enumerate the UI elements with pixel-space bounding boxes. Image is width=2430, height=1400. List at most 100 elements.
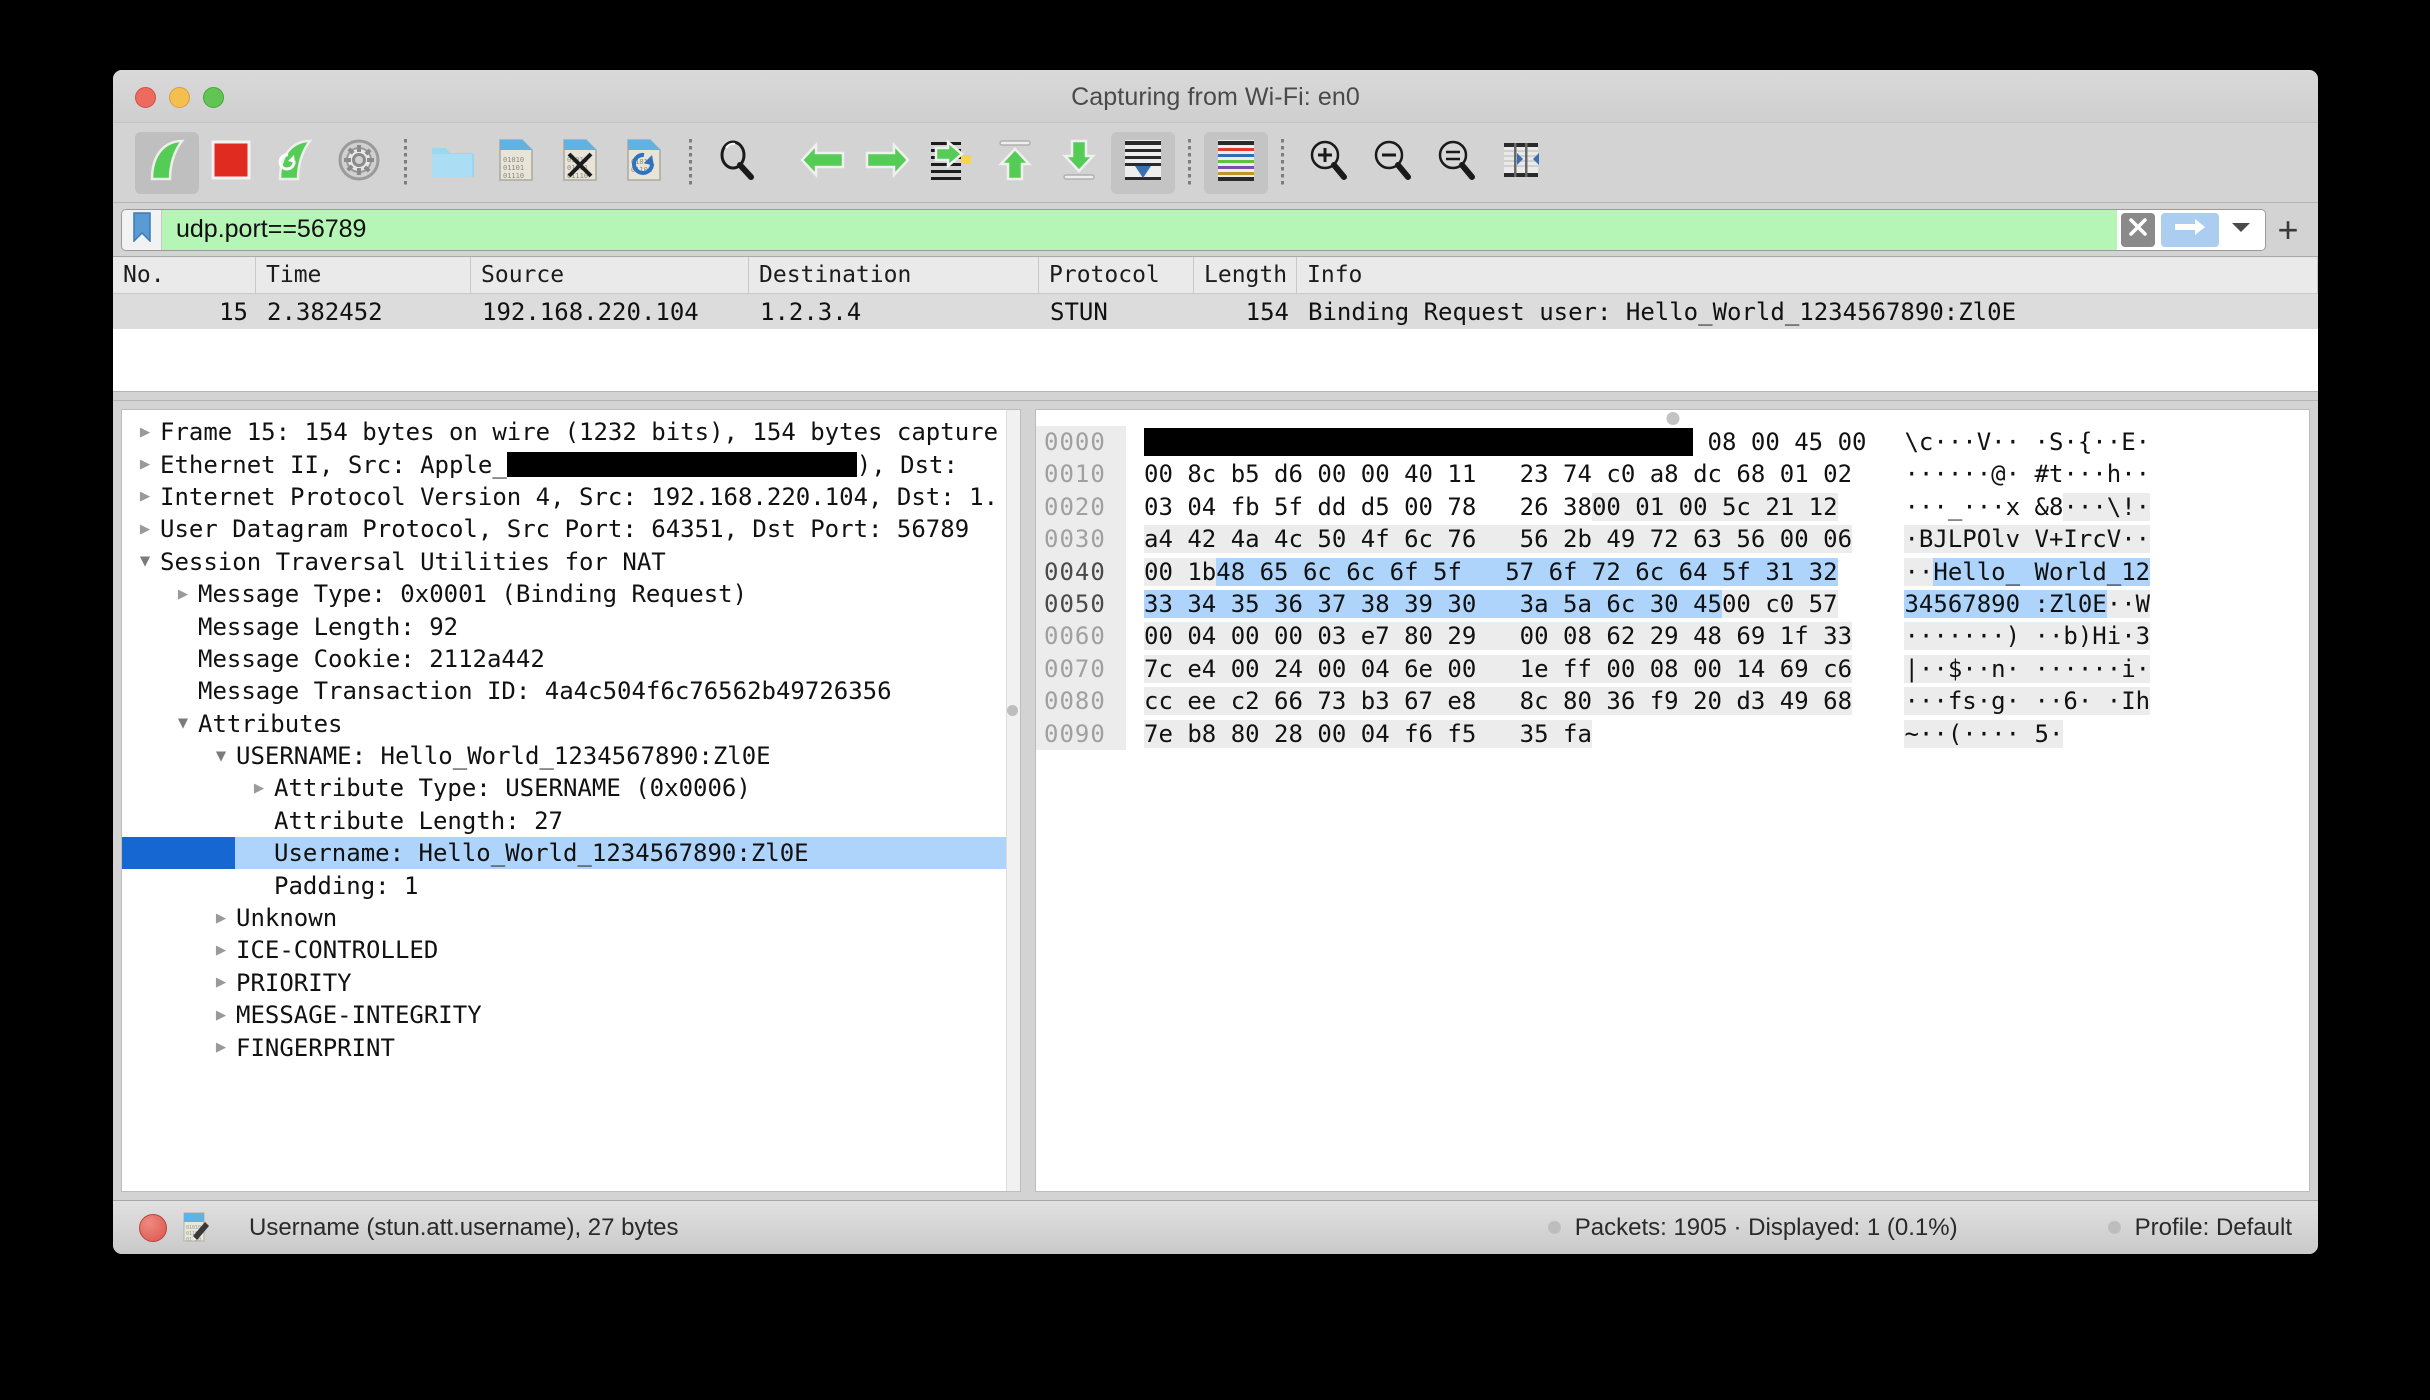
horizontal-splitter[interactable] [113, 391, 2318, 401]
hex-line[interactable]: 00 1b48 65 6c 6c 6f 5f 57 6f 72 6c 64 5f… [1144, 556, 1866, 588]
chevron-right-icon[interactable]: ▶ [134, 456, 156, 473]
close-file-button[interactable]: 01010 01101 01110 [548, 132, 612, 194]
record-dot-icon[interactable] [139, 1214, 167, 1242]
table-row[interactable]: 15 2.382452 192.168.220.104 1.2.3.4 STUN… [113, 294, 2318, 329]
filter-history-button[interactable] [2225, 213, 2257, 247]
bytes-pane-handle[interactable] [1666, 412, 1679, 425]
find-packet-button[interactable] [705, 132, 769, 194]
detail-tree-row[interactable]: ▶PRIORITY [122, 967, 1020, 999]
hex-line[interactable]: 00 04 00 00 03 e7 80 29 00 08 62 29 48 6… [1144, 620, 1866, 652]
hex-line[interactable]: 00 8c b5 d6 00 00 40 11 23 74 c0 a8 dc 6… [1144, 458, 1866, 490]
save-file-button[interactable]: 01010 01101 01110 [484, 132, 548, 194]
detail-tree-row[interactable]: Message Cookie: 2112a442 [122, 643, 1020, 675]
chevron-right-icon[interactable]: ▶ [210, 1007, 232, 1024]
detail-tree-row[interactable]: ▶User Datagram Protocol, Src Port: 64351… [122, 513, 1020, 545]
chevron-right-icon[interactable]: ▶ [210, 942, 232, 959]
chevron-right-icon[interactable]: ▶ [210, 910, 232, 927]
zoom-in-button[interactable] [1297, 132, 1361, 194]
chevron-right-icon[interactable]: ▶ [134, 488, 156, 505]
detail-tree-row[interactable]: Message Transaction ID: 4a4c504f6c76562b… [122, 675, 1020, 707]
detail-tree-row[interactable]: ▼Attributes [122, 708, 1020, 740]
column-header-time[interactable]: Time [256, 257, 471, 293]
zoom-reset-button[interactable] [1425, 132, 1489, 194]
chevron-down-icon[interactable]: ▼ [172, 715, 194, 732]
filter-input-container[interactable] [121, 209, 2266, 251]
chevron-right-icon[interactable]: ▶ [210, 1039, 232, 1056]
add-filter-button[interactable]: + [2266, 208, 2310, 252]
detail-tree-row[interactable]: ▶Internet Protocol Version 4, Src: 192.1… [122, 481, 1020, 513]
detail-tree-row[interactable]: ▼Session Traversal Utilities for NAT [122, 546, 1020, 578]
go-to-last-packet-button[interactable] [1047, 132, 1111, 194]
chevron-right-icon[interactable]: ▶ [210, 974, 232, 991]
ascii-line[interactable]: 34567890 :Zl0E··W [1904, 588, 2150, 620]
hex-line[interactable]: 7c e4 00 24 00 04 6e 00 1e ff 00 08 00 1… [1144, 653, 1866, 685]
status-profile-group[interactable]: Profile: Default [2108, 1214, 2292, 1242]
expert-info-icon[interactable]: 01010 01101 01110 [183, 1212, 211, 1244]
ascii-line[interactable]: ~··(···· 5· [1904, 718, 2150, 750]
detail-tree-row[interactable]: Message Length: 92 [122, 610, 1020, 642]
go-forward-button[interactable] [855, 132, 919, 194]
chevron-right-icon[interactable]: ▶ [172, 586, 194, 603]
detail-tree-row[interactable]: ▶MESSAGE-INTEGRITY [122, 999, 1020, 1031]
open-file-button[interactable] [420, 132, 484, 194]
hex-line[interactable]: 33 34 35 36 37 38 39 30 3a 5a 6c 30 4500… [1144, 588, 1866, 620]
column-header-no[interactable]: No. [113, 257, 256, 293]
column-header-length[interactable]: Length [1194, 257, 1297, 293]
resize-columns-button[interactable] [1489, 132, 1553, 194]
clear-filter-button[interactable] [2121, 213, 2155, 247]
detail-tree-row[interactable]: ▶ICE-CONTROLLED [122, 934, 1020, 966]
detail-tree-row[interactable]: ▶Unknown [122, 902, 1020, 934]
detail-tree-row[interactable]: Padding: 1 [122, 869, 1020, 901]
ascii-line[interactable]: ·BJLPOlv V+IrcV·· [1904, 523, 2150, 555]
zoom-out-button[interactable] [1361, 132, 1425, 194]
hex-bytes-column[interactable]: 08 00 45 0000 8c b5 d6 00 00 40 11 23 74… [1144, 426, 1866, 750]
arrow-right-green-icon [864, 142, 910, 183]
detail-tree-row[interactable]: Attribute Length: 27 [122, 805, 1020, 837]
start-capture-button[interactable] [135, 132, 199, 194]
auto-scroll-button[interactable] [1111, 132, 1175, 194]
detail-tree-row[interactable]: ▼USERNAME: Hello_World_1234567890:Zl0E [122, 740, 1020, 772]
ascii-line[interactable]: ···fs·g· ··6· ·Ih [1904, 685, 2150, 717]
chevron-right-icon[interactable]: ▶ [134, 521, 156, 538]
go-to-first-packet-button[interactable] [983, 132, 1047, 194]
ascii-line[interactable]: ······@· #t···h·· [1904, 458, 2150, 490]
hex-line[interactable]: 08 00 45 00 [1144, 426, 1866, 458]
detail-tree-row[interactable]: ▶Attribute Type: USERNAME (0x0006) [122, 772, 1020, 804]
go-back-button[interactable] [791, 132, 855, 194]
restart-capture-button[interactable] [263, 132, 327, 194]
go-to-packet-button[interactable] [919, 132, 983, 194]
ascii-line[interactable]: ·······) ··b)Hi·3 [1904, 620, 2150, 652]
ascii-line[interactable]: ···_···x &8···\!· [1904, 491, 2150, 523]
column-header-destination[interactable]: Destination [749, 257, 1039, 293]
apply-filter-button[interactable] [2161, 213, 2219, 247]
hex-line[interactable]: a4 42 4a 4c 50 4f 6c 76 56 2b 49 72 63 5… [1144, 523, 1866, 555]
chevron-down-icon[interactable]: ▼ [210, 748, 232, 765]
reload-file-button[interactable]: 01010 01101 [612, 132, 676, 194]
hex-line[interactable]: 03 04 fb 5f dd d5 00 78 26 3800 01 00 5c… [1144, 491, 1866, 523]
column-header-info[interactable]: Info [1297, 257, 2318, 293]
detail-tree-row[interactable]: ▶Frame 15: 154 bytes on wire (1232 bits)… [122, 416, 1020, 448]
chevron-right-icon[interactable]: ▶ [134, 424, 156, 441]
chevron-right-icon[interactable]: ▶ [248, 780, 270, 797]
vertical-splitter[interactable] [1021, 401, 1035, 1200]
detail-tree-row[interactable]: ▶Ethernet II, Src: Apple_), Dst: [122, 448, 1020, 480]
detail-tree-row[interactable]: ▶Message Type: 0x0001 (Binding Request) [122, 578, 1020, 610]
stop-capture-button[interactable] [199, 132, 263, 194]
ascii-line[interactable]: ··Hello_ World_12 [1904, 556, 2150, 588]
ascii-line[interactable]: |··$··n· ······i· [1904, 653, 2150, 685]
ascii-line[interactable]: \c···V·· ·S·{··E· [1904, 426, 2150, 458]
colorize-packets-button[interactable] [1204, 132, 1268, 194]
detail-tree-row[interactable]: Username: Hello_World_1234567890:Zl0E [122, 837, 1020, 869]
hex-line[interactable]: 7e b8 80 28 00 04 f6 f5 35 fa [1144, 718, 1866, 750]
column-header-source[interactable]: Source [471, 257, 749, 293]
hex-ascii-column[interactable]: \c···V·· ·S·{··E·······@· #t···h·····_··… [1904, 426, 2150, 750]
column-header-protocol[interactable]: Protocol [1039, 257, 1194, 293]
detail-scrollbar-thumb[interactable] [1007, 705, 1018, 716]
filter-bookmark-button[interactable] [122, 210, 162, 250]
hex-line[interactable]: cc ee c2 66 73 b3 67 e8 8c 80 36 f9 20 d… [1144, 685, 1866, 717]
chevron-down-icon[interactable]: ▼ [134, 553, 156, 570]
detail-tree-row[interactable]: ▶FINGERPRINT [122, 1031, 1020, 1063]
detail-scrollbar[interactable] [1006, 410, 1020, 1191]
capture-options-button[interactable] [327, 132, 391, 194]
display-filter-input[interactable] [162, 210, 2117, 250]
